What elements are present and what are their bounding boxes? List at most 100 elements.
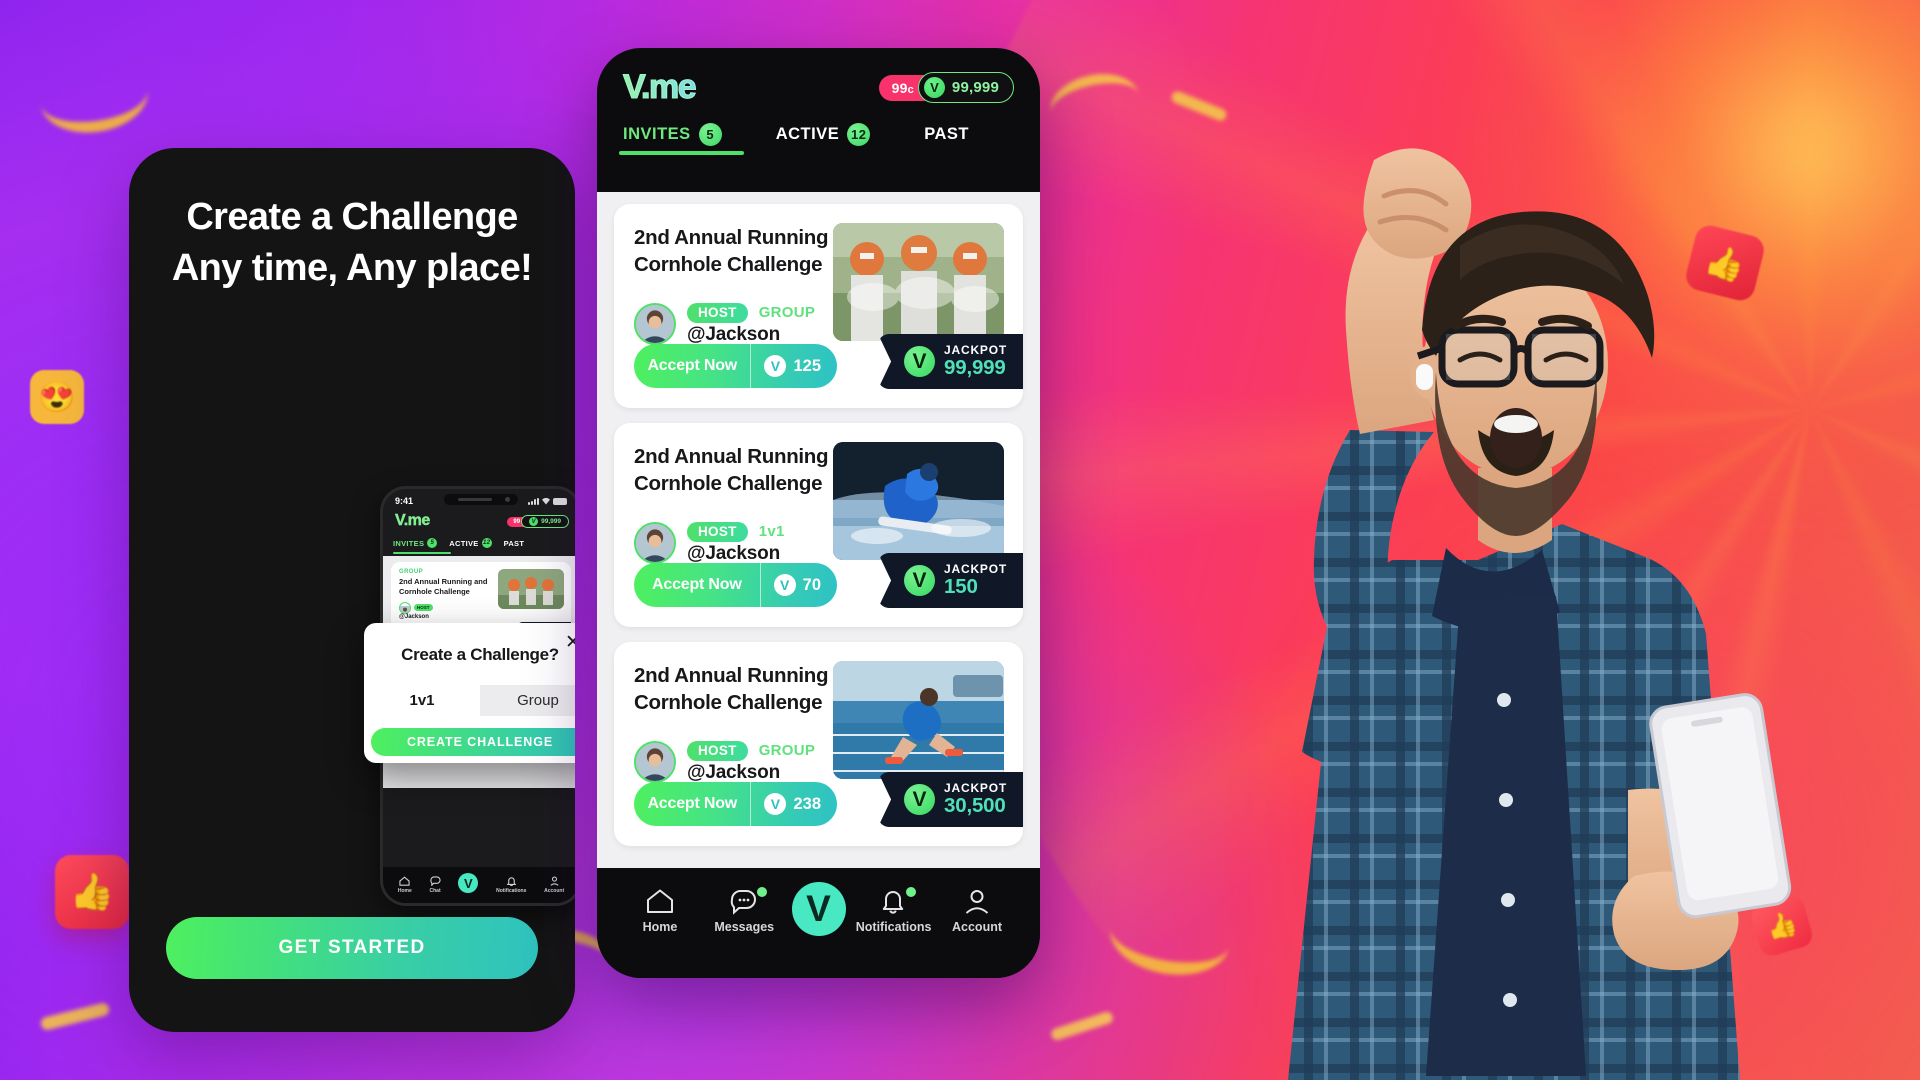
accept-cost: V 70: [759, 563, 837, 607]
jackpot-badge: V JACKPOT 99,999: [878, 334, 1023, 389]
tab-invites-count: 5: [698, 123, 722, 146]
mini-nav-account[interactable]: Account: [544, 876, 564, 894]
host-badge: HOST: [687, 740, 748, 761]
headline-line-1: Create a Challenge: [186, 196, 518, 238]
accept-now-button[interactable]: Accept Now V 125: [634, 344, 837, 388]
tab-past[interactable]: PAST: [924, 125, 969, 144]
chat-icon: [707, 886, 781, 916]
nav-create-button[interactable]: V: [791, 882, 846, 936]
mini-host-handle: @Jackson: [399, 613, 429, 620]
promo-stage: 😍 👍 👍 👍 Create a Challenge Any time, Any…: [0, 0, 1920, 1080]
tab-1v1[interactable]: 1v1: [364, 685, 480, 716]
mini-tab-active-count: 12: [481, 538, 492, 548]
jackpot-label: JACKPOT: [944, 562, 1007, 576]
bottom-nav: Home Messages V Notifications Account: [597, 868, 1040, 978]
mini-nav-home[interactable]: Home: [398, 876, 412, 894]
accept-now-button[interactable]: Accept Now V 70: [634, 563, 837, 607]
speaker-grill: [458, 498, 492, 501]
get-started-button[interactable]: GET STARTED: [166, 917, 538, 979]
feed-tabs: INVITES 5 ACTIVE 12 PAST: [597, 107, 1040, 155]
v-coin-icon: V: [764, 793, 787, 815]
avatar: [399, 601, 411, 614]
accept-now-button[interactable]: Accept Now V 238: [634, 782, 837, 826]
modal-title: Create a Challenge?: [401, 645, 559, 664]
mini-tab-invites-label: INVITES: [393, 538, 425, 548]
mini-tab-invites-count: 5: [427, 538, 438, 548]
status-time: 9:41: [395, 496, 414, 506]
mini-nav-notifications-label: Notifications: [496, 888, 527, 894]
jackpot-badge: V JACKPOT 150: [878, 553, 1023, 608]
mini-tab-active[interactable]: ACTIVE 12: [449, 538, 492, 548]
nav-home-label: Home: [642, 920, 678, 934]
main-phone-mockup: V.me 99c V 99,999 INVITES 5 ACTIVE 12 PA…: [597, 48, 1040, 978]
cents-value: 99: [891, 79, 908, 96]
nav-notifications[interactable]: Notifications: [856, 886, 931, 934]
tab-invites[interactable]: INVITES 5: [623, 123, 722, 146]
accept-cost: V 125: [750, 344, 837, 388]
bell-icon: [856, 886, 930, 916]
bell-icon: [506, 876, 517, 887]
challenge-type-label: GROUP: [758, 742, 816, 759]
nav-account-label: Account: [952, 920, 1002, 934]
nav-home[interactable]: Home: [623, 886, 697, 934]
accept-cost-value: 238: [793, 794, 821, 813]
tab-active[interactable]: ACTIVE 12: [776, 123, 871, 146]
tab-active-label: ACTIVE: [775, 125, 840, 143]
wallet-balance[interactable]: 99c V 99,999: [878, 72, 1014, 103]
chat-icon: [429, 876, 441, 887]
left-promo-panel: Create a Challenge Any time, Any place! …: [129, 148, 575, 1032]
mini-nav-home-label: Home: [397, 888, 412, 894]
nav-account[interactable]: Account: [940, 886, 1014, 934]
mini-card-title: 2nd Annual Running and Cornhole Challeng…: [399, 577, 488, 596]
tab-active-count: 12: [847, 123, 871, 146]
challenge-feed[interactable]: 2nd Annual Running and Cornhole Challeng…: [597, 192, 1040, 868]
mini-host-badge: HOST: [414, 604, 433, 611]
signal-icon: [528, 497, 539, 505]
heart-reaction-icon: 😍: [30, 370, 84, 424]
host-handle: @Jackson: [687, 323, 780, 345]
front-camera-icon: [505, 497, 510, 502]
mini-coin-amount: 99,999: [541, 518, 561, 525]
mini-tab-past[interactable]: PAST: [504, 539, 525, 548]
avatar: [634, 303, 676, 345]
thumbs-up-reaction-icon: 👍: [55, 855, 129, 929]
v-coin-icon: V: [904, 784, 936, 815]
host-handle: @Jackson: [687, 542, 780, 564]
status-icons: [528, 497, 567, 505]
jackpot-label: JACKPOT: [944, 781, 1007, 795]
jackpot-value: 99,999: [944, 356, 1006, 379]
challenge-card[interactable]: 2nd Annual Running and Cornhole Challeng…: [614, 423, 1023, 627]
v-coin-icon: V: [904, 346, 936, 377]
jackpot-label: JACKPOT: [944, 343, 1007, 357]
v-coin-icon: V: [923, 77, 945, 98]
page-title: Create a Challenge Any time, Any place!: [129, 148, 575, 293]
create-challenge-button[interactable]: CREATE CHALLENGE: [371, 728, 575, 756]
accept-label: Accept Now: [652, 576, 742, 593]
unread-dot: [757, 887, 768, 897]
mini-nav-chat[interactable]: Chat: [430, 876, 441, 894]
accept-cost-value: 70: [802, 575, 821, 594]
person-icon: [940, 886, 1014, 916]
v-coin-icon: V: [904, 565, 936, 596]
home-icon: [623, 886, 697, 916]
accept-label: Accept Now: [647, 795, 738, 812]
close-icon[interactable]: ✕: [562, 631, 575, 653]
mini-nav-create-button[interactable]: V: [458, 873, 479, 893]
coin-amount: 99,999: [951, 79, 999, 96]
v-coin-icon: V: [529, 517, 539, 526]
app-logo: V.me: [622, 67, 697, 106]
challenge-card[interactable]: 2nd Annual Running and Cornhole Challeng…: [614, 642, 1023, 846]
host-badge: HOST: [687, 521, 748, 542]
jackpot-value: 150: [944, 575, 978, 598]
mini-wallet[interactable]: 99 V 99,999: [507, 515, 569, 528]
v-coin-icon: V: [773, 574, 796, 596]
mini-tab-invites[interactable]: INVITES 5: [393, 538, 438, 548]
accept-label: Accept Now: [647, 357, 738, 374]
jackpot-badge: V JACKPOT 30,500: [878, 772, 1023, 827]
challenge-card[interactable]: 2nd Annual Running and Cornhole Challeng…: [614, 204, 1023, 408]
mini-nav-notifications[interactable]: Notifications: [496, 876, 526, 894]
accept-cost: V 238: [750, 782, 837, 826]
nav-messages[interactable]: Messages: [707, 886, 781, 934]
nav-messages-label: Messages: [714, 920, 775, 934]
tab-group[interactable]: Group: [480, 685, 575, 716]
